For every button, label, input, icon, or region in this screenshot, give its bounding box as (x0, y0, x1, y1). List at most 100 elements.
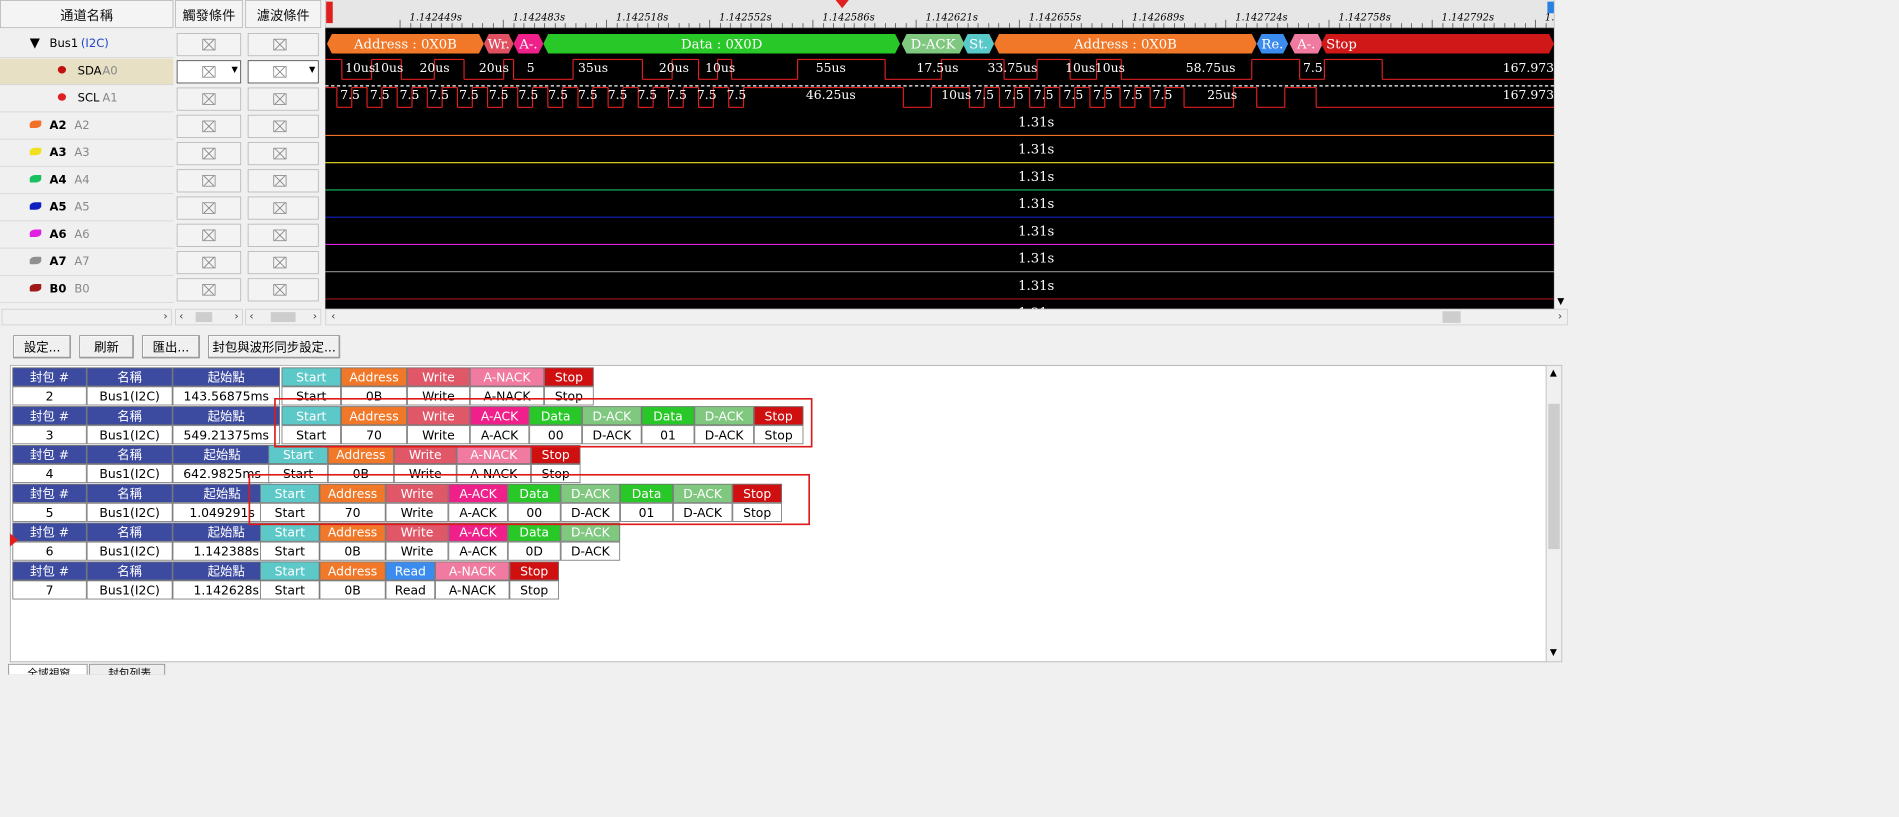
tab-packet-list[interactable]: 封包列表 (89, 663, 166, 675)
scl-timing-label: 7.5 (1122, 87, 1143, 103)
dropdown-arrow-icon[interactable]: ▼ (309, 65, 315, 74)
trigger-condition-box[interactable] (176, 114, 242, 138)
scroll-right-icon[interactable]: › (313, 310, 317, 322)
cursor-marker-icon[interactable] (835, 0, 849, 9)
filter-condition-box[interactable] (247, 196, 319, 220)
channel-row-a5[interactable]: A5 A5 (0, 195, 174, 222)
probe-dot-icon (57, 66, 67, 74)
decode-segment[interactable]: Wr. (484, 34, 514, 54)
filter-condition-box[interactable]: ▼ (247, 60, 319, 84)
waveform-hscrollbar[interactable]: ‹ › (325, 308, 1569, 326)
analog-period-label: 1.31s (1018, 277, 1055, 294)
channel-row-sda[interactable]: SDA A0 (0, 58, 174, 86)
left-marker-icon[interactable] (326, 1, 333, 24)
ruler-minor-tick (688, 23, 690, 29)
channel-row-scl[interactable]: SCL A1 (0, 86, 174, 113)
ruler-minor-tick (1235, 23, 1237, 29)
filter-condition-box[interactable] (247, 169, 319, 193)
trigger-condition-box[interactable] (176, 169, 242, 193)
time-ruler[interactable]: 1.142449s 1.142483s 1.142518s 1.142552s 1.14… (325, 0, 1567, 29)
channel-row-a3[interactable]: A3 A3 (0, 140, 174, 167)
channel-row-a7[interactable]: A7 A7 (0, 249, 174, 276)
scroll-thumb[interactable] (195, 312, 213, 323)
trigger-header: 觸發條件 (175, 0, 243, 29)
tab-global-view[interactable]: 全域視窗 (8, 663, 88, 675)
scroll-thumb[interactable] (1548, 403, 1560, 550)
decode-segment[interactable]: A-. (1290, 34, 1323, 54)
filter-condition-box[interactable] (247, 33, 319, 57)
waveform-vscrollbar[interactable]: ▼ (1553, 0, 1569, 310)
channel-row-a2[interactable]: A2 A2 (0, 113, 174, 140)
channel-row-a6[interactable]: A6 A6 (0, 222, 174, 249)
bus-protocol: (I2C) (80, 37, 109, 51)
trigger-condition-box[interactable] (176, 33, 242, 57)
trigger-condition-box[interactable] (176, 251, 242, 275)
packet-header-name: 名稱 (86, 561, 173, 581)
decode-segment[interactable]: Address : 0X0B (327, 34, 484, 54)
filter-condition-box[interactable] (247, 142, 319, 166)
ruler-minor-tick (884, 23, 886, 29)
decode-segment[interactable]: Address : 0X0B (994, 34, 1257, 54)
trigger-condition-box[interactable] (176, 87, 242, 111)
ruler-minor-tick (987, 23, 989, 29)
scl-timing-label: 7.5 (518, 87, 539, 103)
collapse-arrow-icon[interactable]: ▼ (30, 35, 40, 51)
decode-segment[interactable]: Data : 0X0D (543, 34, 900, 54)
sync-settings-button[interactable]: 封包與波形同步設定... (208, 335, 341, 359)
filter-condition-box[interactable] (247, 278, 319, 302)
decode-segment[interactable]: St. (963, 34, 994, 54)
scroll-left-icon[interactable]: ‹ (331, 310, 335, 322)
ruler-minor-tick (409, 23, 411, 29)
packet-header-start: 起始點 (172, 406, 280, 426)
channel-row-a4[interactable]: A4 A4 (0, 168, 174, 195)
scroll-down-icon[interactable]: ▼ (1557, 296, 1564, 307)
channel-id: A3 (74, 146, 90, 160)
packet-header-num: 封包 # (12, 561, 87, 581)
packet-vscrollbar[interactable]: ▲ ▼ (1545, 364, 1563, 663)
filter-condition-box[interactable] (247, 87, 319, 111)
ruler-minor-tick (895, 23, 896, 29)
scl-timing-label: 7.5 (459, 87, 479, 103)
scroll-left-icon[interactable]: ‹ (249, 310, 253, 322)
scroll-right-icon[interactable]: › (234, 310, 238, 322)
settings-button[interactable]: 設定... (13, 335, 72, 359)
trigger-hscrollbar[interactable]: ‹ › (175, 308, 243, 326)
filter-condition-box[interactable] (247, 223, 319, 247)
decode-segment[interactable]: A-. (514, 34, 544, 54)
export-button[interactable]: 匯出... (142, 335, 200, 359)
scroll-left-icon[interactable]: ‹ (179, 310, 183, 322)
filter-condition-box[interactable] (247, 251, 319, 275)
decode-segment[interactable]: Re. (1257, 34, 1288, 54)
dropdown-arrow-icon[interactable]: ▼ (231, 65, 237, 74)
scroll-thumb[interactable] (270, 312, 296, 323)
channel-hscrollbar[interactable]: › (1, 308, 172, 326)
trigger-condition-box[interactable] (176, 142, 242, 166)
trigger-condition-box[interactable] (176, 223, 242, 247)
trigger-condition-box[interactable] (176, 196, 242, 220)
ruler-minor-tick (1080, 23, 1082, 29)
sda-timing-label: 167.973t (1502, 60, 1559, 76)
field-value: Write (385, 541, 449, 561)
bus-row[interactable]: ▼ Bus1 (I2C) (0, 31, 174, 58)
ruler-minor-tick (667, 23, 669, 29)
field-value: Start (260, 580, 320, 600)
trigger-condition-box[interactable]: ▼ (176, 60, 242, 84)
ruler-minor-tick (1256, 23, 1258, 29)
trigger-condition-box[interactable] (176, 278, 242, 302)
sda-timing-label: 17.5us (916, 60, 959, 76)
filter-hscrollbar[interactable]: ‹ › (245, 308, 322, 326)
filter-condition-box[interactable] (247, 114, 319, 138)
scroll-thumb[interactable] (1442, 311, 1461, 323)
ruler-minor-tick (1349, 23, 1351, 29)
decode-segment[interactable]: D-ACK (902, 34, 965, 54)
ruler-minor-tick (1008, 23, 1010, 29)
scroll-up-icon[interactable]: ▲ (1550, 367, 1557, 378)
ruler-minor-tick (1524, 23, 1526, 29)
decode-segment[interactable]: Stop (1321, 34, 1554, 54)
scroll-down-icon[interactable]: ▼ (1550, 647, 1557, 658)
ruler-minor-tick (1318, 23, 1320, 29)
scroll-right-icon[interactable]: › (163, 310, 167, 322)
scroll-right-icon[interactable]: › (1558, 310, 1562, 322)
channel-row-b0[interactable]: B0 B0 (0, 277, 174, 304)
refresh-button[interactable]: 刷新 (79, 335, 134, 359)
